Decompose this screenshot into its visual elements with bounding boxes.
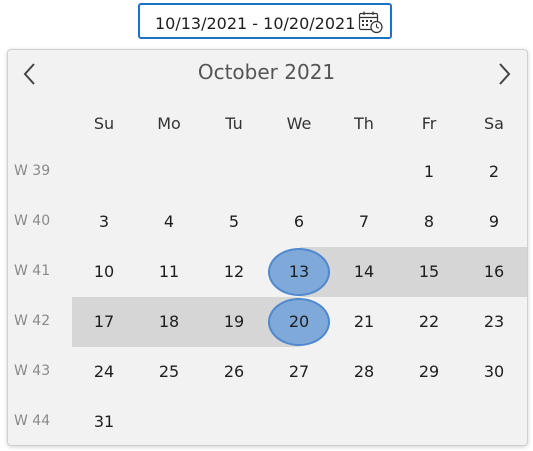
day-cell-11[interactable]: 11 (137, 247, 201, 297)
day-cell-13[interactable]: 13 (267, 247, 331, 297)
weekday-th: Th (354, 114, 374, 133)
day-cell-2[interactable]: 2 (462, 147, 526, 197)
day-cell-22[interactable]: 22 (397, 297, 461, 347)
day-cell-4[interactable]: 4 (137, 197, 201, 247)
week-number: W 42 (14, 313, 51, 329)
day-cell-18[interactable]: 18 (137, 297, 201, 347)
day-cell-24[interactable]: 24 (72, 347, 136, 397)
week-number: W 44 (14, 413, 51, 429)
week-number: W 40 (14, 213, 51, 229)
day-cell-28[interactable]: 28 (332, 347, 396, 397)
date-range-input[interactable]: 10/13/2021 - 10/20/2021 (138, 3, 392, 39)
day-cell-17[interactable]: 17 (72, 297, 136, 347)
day-cell-12[interactable]: 12 (202, 247, 266, 297)
week-number: W 43 (14, 363, 51, 379)
day-cell-27[interactable]: 27 (267, 347, 331, 397)
day-cell-30[interactable]: 30 (462, 347, 526, 397)
chevron-right-icon[interactable] (491, 60, 519, 88)
day-cell-14[interactable]: 14 (332, 247, 396, 297)
weekday-sa: Sa (484, 114, 504, 133)
day-cell-8[interactable]: 8 (397, 197, 461, 247)
calendar-clock-icon[interactable] (358, 10, 384, 34)
day-cell-5[interactable]: 5 (202, 197, 266, 247)
day-cell-9[interactable]: 9 (462, 197, 526, 247)
day-cell-6[interactable]: 6 (267, 197, 331, 247)
weekday-we: We (286, 114, 312, 133)
month-title[interactable]: October 2021 (0, 60, 533, 84)
date-range-value[interactable]: 10/13/2021 - 10/20/2021 (155, 14, 355, 33)
weekday-tu: Tu (225, 114, 243, 133)
day-cell-23[interactable]: 23 (462, 297, 526, 347)
day-cell-15[interactable]: 15 (397, 247, 461, 297)
day-cell-25[interactable]: 25 (137, 347, 201, 397)
day-cell-26[interactable]: 26 (202, 347, 266, 397)
day-cell-10[interactable]: 10 (72, 247, 136, 297)
day-cell-29[interactable]: 29 (397, 347, 461, 397)
weekday-su: Su (93, 114, 115, 133)
day-cell-7[interactable]: 7 (332, 197, 396, 247)
week-number: W 41 (14, 263, 51, 279)
day-cell-21[interactable]: 21 (332, 297, 396, 347)
week-number: W 39 (14, 163, 51, 179)
weekday-mo: Mo (157, 114, 181, 133)
weekday-fr: Fr (421, 114, 437, 133)
day-cell-3[interactable]: 3 (72, 197, 136, 247)
day-cell-19[interactable]: 19 (202, 297, 266, 347)
day-cell-31[interactable]: 31 (72, 397, 136, 447)
day-cell-20[interactable]: 20 (267, 297, 331, 347)
day-cell-1[interactable]: 1 (397, 147, 461, 197)
date-range-picker: 10/13/2021 - 10/20/2021 October 2021 Su … (0, 0, 533, 451)
day-cell-16[interactable]: 16 (462, 247, 526, 297)
